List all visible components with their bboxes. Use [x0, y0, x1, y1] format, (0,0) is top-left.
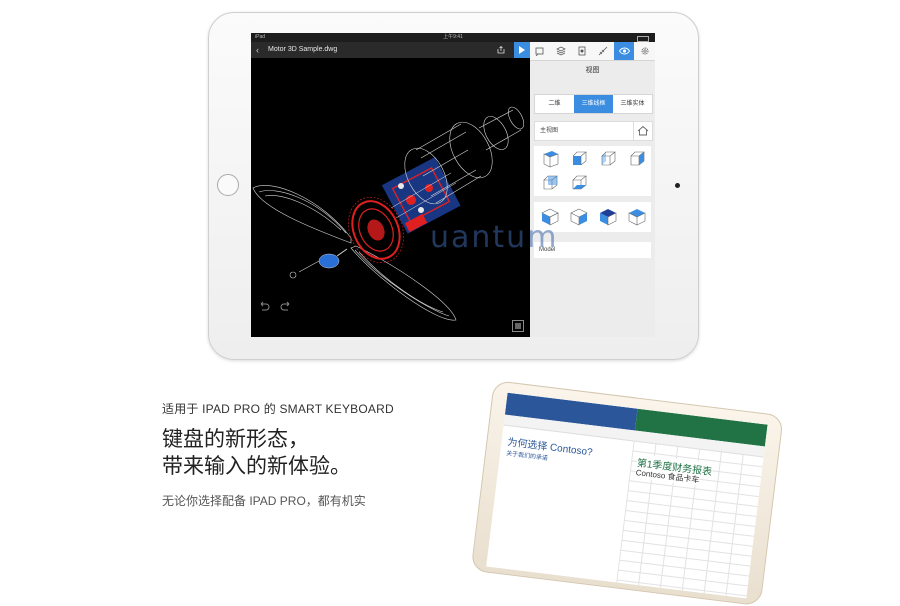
panel-title: 视图	[585, 67, 600, 74]
cube-left-icon[interactable]	[596, 148, 620, 170]
properties-icon	[578, 46, 586, 56]
promo-headline: 键盘的新形态， 带来输入的新体验。	[162, 426, 351, 480]
iso-ne-icon[interactable]	[596, 206, 620, 228]
back-chevron-icon[interactable]: ‹	[256, 42, 259, 58]
tool-view[interactable]	[614, 42, 634, 60]
layers-icon	[556, 46, 566, 56]
tool-properties[interactable]	[572, 42, 592, 60]
home-button[interactable]	[217, 174, 239, 196]
view-mode-segmented: 二维 三维线框 三维实体	[534, 94, 653, 114]
undo-icon[interactable]	[258, 301, 270, 311]
segment-3d-wireframe[interactable]: 三维线框	[574, 95, 613, 113]
cube-right-icon[interactable]	[625, 148, 649, 170]
headline-line-2: 带来输入的新体验。	[162, 454, 351, 478]
segment-3d-solid[interactable]: 三维实体	[613, 95, 652, 113]
home-view-button[interactable]	[633, 122, 652, 140]
tool-markup[interactable]	[530, 42, 550, 60]
named-views-row[interactable]: 主视图	[534, 121, 653, 141]
split-view-screen: 为何选择 Contoso? 关于我们的承诺 第1季度财务报表 Contoso 食…	[486, 392, 768, 599]
cube-top-icon[interactable]	[538, 148, 562, 170]
tool-settings[interactable]	[635, 42, 655, 60]
segment-2d[interactable]: 二维	[535, 95, 574, 113]
camera-dot	[675, 183, 680, 188]
measure-icon	[598, 46, 608, 56]
gear-icon	[641, 47, 649, 55]
tool-measure[interactable]	[593, 42, 613, 60]
file-title: Motor 3D Sample.dwg	[268, 46, 338, 53]
eye-icon	[618, 47, 630, 55]
iso-se-icon[interactable]	[567, 206, 591, 228]
cube-back-icon[interactable]	[538, 172, 562, 194]
promo-body: 无论你选择配备 IPAD PRO，都有机实	[162, 494, 366, 508]
cube-bottom-icon[interactable]	[567, 172, 591, 194]
panel-toolbar	[530, 42, 655, 61]
cube-front-icon[interactable]	[567, 148, 591, 170]
tool-layers[interactable]	[551, 42, 571, 60]
ipad-split-view-device: 为何选择 Contoso? 关于我们的承诺 第1季度财务报表 Contoso 食…	[470, 380, 784, 606]
headline-line-1: 键盘的新形态，	[162, 427, 309, 451]
views-label: 主视图	[540, 128, 559, 134]
hub-cone	[289, 248, 348, 279]
markup-icon	[535, 47, 544, 56]
share-icon[interactable]	[497, 46, 505, 54]
status-bar: iPad 上午9:41	[251, 33, 655, 42]
fit-view-icon[interactable]	[512, 320, 524, 332]
keyboard-label: 适用于 IPAD PRO 的 SMART KEYBOARD	[162, 402, 394, 416]
ortho-view-grid	[534, 146, 651, 196]
ipad-device: iPad 上午9:41 ‹ Motor 3D Sample.dwg 视图 二维 …	[208, 12, 699, 360]
play-icon	[519, 46, 525, 54]
play-button[interactable]	[514, 42, 530, 58]
redo-icon[interactable]	[280, 301, 292, 311]
ipad-screen: iPad 上午9:41 ‹ Motor 3D Sample.dwg 视图 二维 …	[251, 33, 655, 337]
status-time: 上午9:41	[443, 34, 463, 40]
view-panel: 视图 二维 三维线框 三维实体 主视图 Model	[530, 42, 655, 337]
watermark-text: uantum	[430, 220, 559, 255]
nav-bar: ‹ Motor 3D Sample.dwg	[251, 42, 530, 58]
home-icon	[637, 125, 649, 136]
model-viewport[interactable]	[251, 58, 530, 337]
iso-nw-icon[interactable]	[625, 206, 649, 228]
